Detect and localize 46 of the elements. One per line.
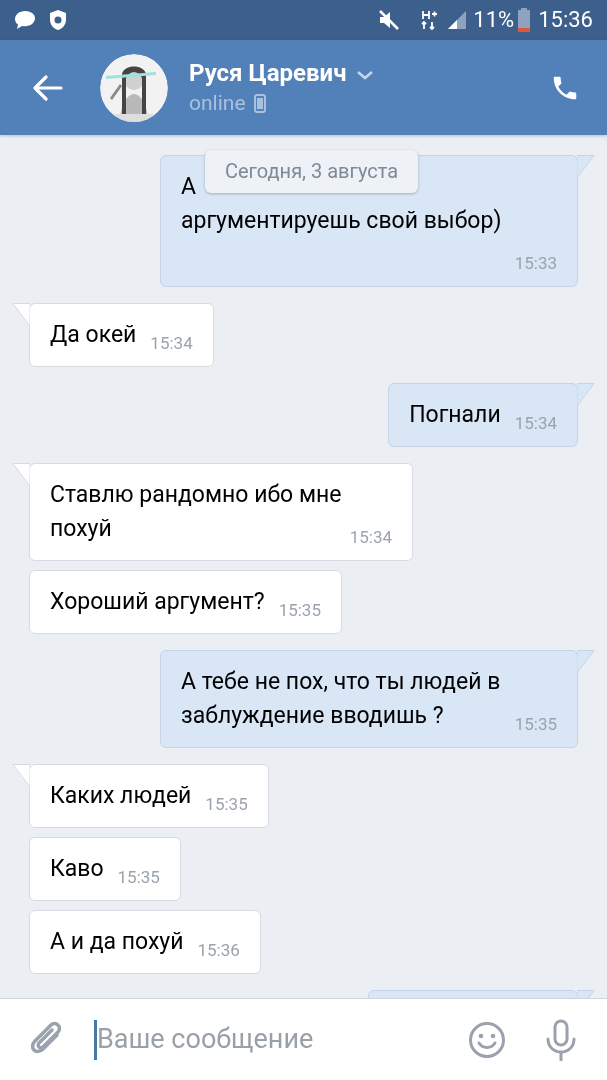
date-toast: Сегодня, 3 августа [205,150,419,193]
network-type-icon [421,9,438,31]
message-text: А [181,173,196,200]
online-status: online [189,90,246,117]
battery-icon [518,8,531,32]
signal-icon [447,10,468,30]
battery-percent: 11% [473,9,515,31]
back-arrow-icon [33,74,63,101]
message-time: 15:35 [117,866,160,888]
message-time: 15:35 [205,793,248,815]
message-time: 15:36 [197,939,240,961]
text-cursor [94,1019,97,1060]
message-time: 15:35 [514,713,557,735]
shield-icon [48,9,68,31]
message-bubble[interactable]: Каких людей 15:35 [29,764,269,828]
message-text: аргументируешь свой выбор) [181,207,502,234]
message-input[interactable]: Ваше сообщение [97,1019,467,1060]
message-composer[interactable]: Ваше сообщение [0,998,607,1080]
message-time: 15:34 [514,412,557,434]
clock: 15:36 [538,9,593,31]
chevron-down-icon[interactable] [356,70,375,81]
message-time: 15:34 [150,332,193,354]
message-notification-icon [14,10,36,30]
message-text: Каво [50,855,104,882]
message-time: 15:33 [514,252,557,274]
message-time: 15:34 [349,526,392,548]
message-text: Да окей [50,321,137,348]
message-bubble[interactable]: Хороший аргумент? 15:35 [29,570,342,634]
message-bubble[interactable]: А тебе не пох, что ты людей в заблуждение вводишь ? 15:35 [160,650,578,748]
message-bubble[interactable]: Да окей 15:34 [29,303,214,367]
contact-name[interactable]: Руся Царевич [189,58,347,89]
smiley-icon [468,1020,506,1059]
message-text: А тебе не пох, что ты людей в заблуждение вводишь ? [181,668,501,729]
message-text: Погнали [409,401,501,428]
emoji-button[interactable] [467,1019,507,1060]
message-bubble[interactable]: Каво 15:35 [29,837,181,901]
message-bubble[interactable]: Погнали 15:34 [388,383,578,447]
microphone-icon [545,1018,577,1061]
message-text: Ставлю рандомно ибо мне похуй [50,481,342,542]
message-bubble[interactable]: А и да похуй 15:36 [29,910,261,974]
message-text: Хороший аргумент? [50,588,265,615]
phone-device-icon [253,94,266,113]
message-time: 15:35 [278,599,321,621]
message-text: А и да похуй [50,928,184,955]
message-text: Каких людей [50,782,192,809]
message-bubble[interactable]: Ставлю рандомно ибо мне похуй 15:34 [29,463,413,561]
